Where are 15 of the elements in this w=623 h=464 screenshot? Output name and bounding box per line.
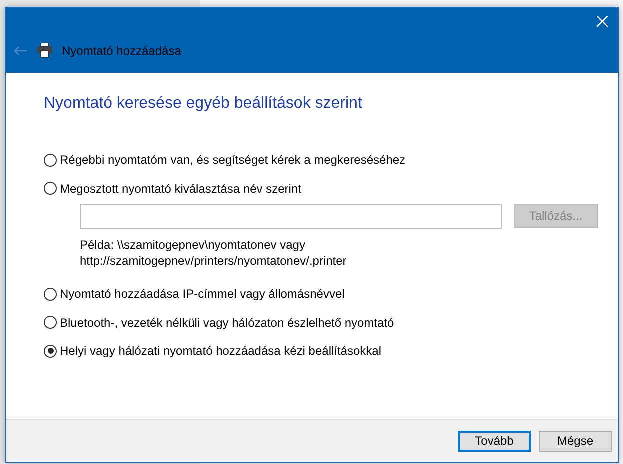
window-title: Nyomtató hozzáadása (62, 44, 182, 58)
close-icon[interactable] (597, 16, 608, 27)
example-text: Példa: \\szamitogepnev\nyomtatonev vagy (80, 237, 306, 253)
back-arrow-icon[interactable] (14, 46, 28, 56)
dialog-button[interactable]: Tovább (458, 430, 531, 452)
radio-option[interactable]: Megosztott nyomtató kiválasztása név szerint (44, 182, 302, 196)
printer-name-field[interactable] (80, 204, 502, 229)
radio-option[interactable]: Helyi vagy hálózati nyomtató hozzáadása kézi beállításokkal (44, 344, 382, 358)
example-text: http://szamitogepnev/printers/nyomtatonev/.printer (80, 253, 348, 269)
dialog-button[interactable]: Mégse (539, 430, 612, 452)
radio-option[interactable]: Nyomtató hozzáadása IP-címmel vagy állomásnévvel (44, 287, 345, 301)
printer-icon (37, 43, 53, 58)
radio-option[interactable]: Régebbi nyomtatóm van, és segítséget kérek a megkereséséhez (44, 153, 406, 167)
radio-option[interactable]: Bluetooth-, vezeték nélküli vagy hálózaton észlelhető nyomtató (44, 316, 394, 330)
page-heading: Nyomtató keresése egyéb beállítások szerint (44, 95, 364, 113)
